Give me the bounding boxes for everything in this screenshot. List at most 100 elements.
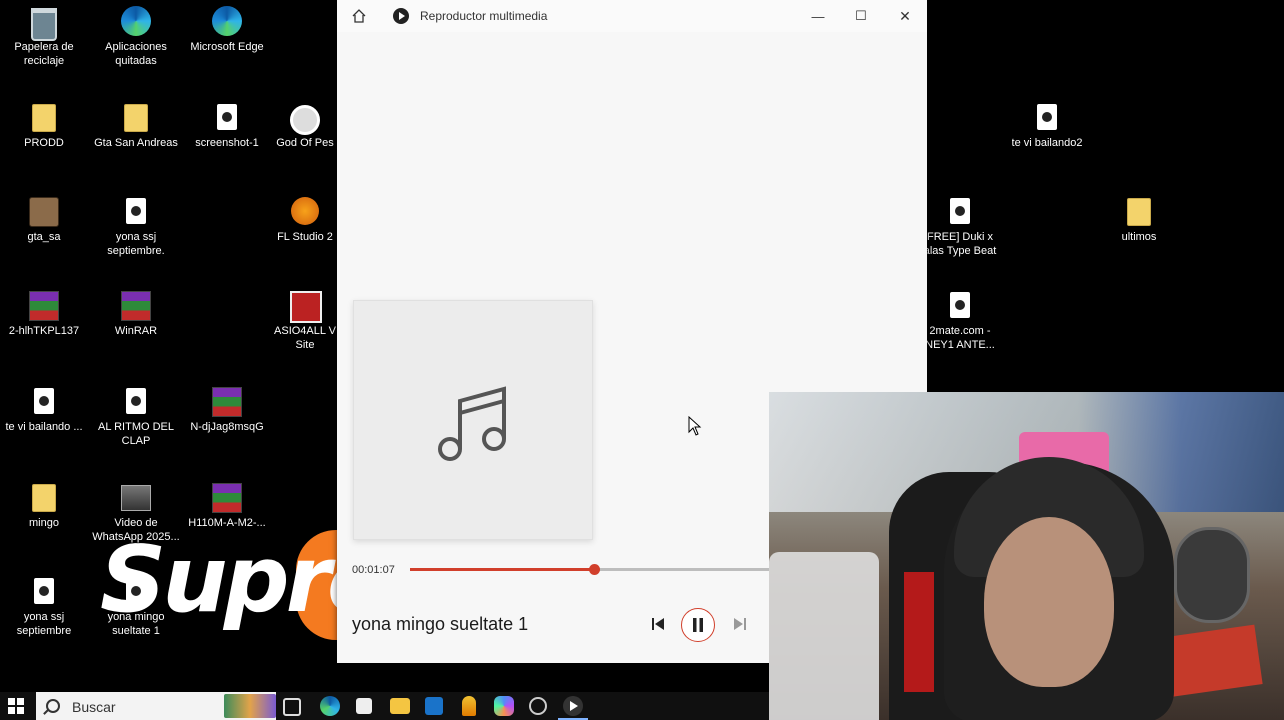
desktop-icon-yona-mingo-sueltate[interactable]: yona mingo sueltate 1 (92, 576, 180, 638)
audio-file-icon (121, 576, 151, 606)
desktop-icon-label: Video de WhatsApp 2025... (92, 517, 180, 543)
mouse-cursor-icon (688, 416, 702, 436)
rar-icon (212, 386, 242, 417)
audio-file-icon (945, 290, 975, 320)
title-bar: Reproductor multimedia — ☐ ✕ (337, 0, 927, 32)
edge-icon (121, 6, 151, 36)
next-icon (734, 618, 746, 630)
copilot-icon[interactable] (494, 696, 514, 716)
desktop-icon-label: yona ssj septiembre. (107, 231, 165, 257)
folder-icon (1124, 196, 1154, 226)
windows-start-icon[interactable] (8, 698, 24, 714)
desktop-icon-whatsapp-video[interactable]: Video de WhatsApp 2025... (92, 482, 180, 544)
desktop-icon-edge[interactable]: Microsoft Edge (183, 6, 271, 54)
desktop-icon-te-vi-bailando2[interactable]: te vi bailando2 (1003, 102, 1091, 150)
outlook-icon[interactable] (425, 697, 443, 715)
audio-file-icon (29, 386, 59, 416)
file-explorer-icon[interactable] (390, 698, 410, 714)
desktop-icon-prodd[interactable]: PRODD (0, 102, 88, 150)
rar-icon (29, 290, 59, 321)
close-button[interactable]: ✕ (883, 0, 927, 32)
previous-icon (652, 618, 664, 630)
audio-file-icon (1032, 102, 1062, 132)
desktop-icon-al-ritmo-del-clap[interactable]: AL RITMO DEL CLAP (92, 386, 180, 448)
maximize-button[interactable]: ☐ (839, 0, 883, 32)
desktop-icon-2mate[interactable]: 2mate.com - NEY1 ANTE... (920, 290, 1000, 352)
desktop-icon-2-hlhtkpl137[interactable]: 2-hlhTKPL137 (0, 290, 88, 338)
desktop-icon-label: mingo (29, 517, 59, 529)
folder-icon (29, 482, 59, 512)
desktop-icon-label: AL RITMO DEL CLAP (98, 421, 174, 447)
pause-icon (693, 618, 703, 632)
edge-icon[interactable] (320, 696, 340, 716)
desktop-icon-label: Gta San Andreas (94, 137, 178, 149)
task-view-icon[interactable] (283, 698, 301, 716)
desktop-icon-te-vi-bailando[interactable]: te vi bailando ... (0, 386, 88, 434)
audio-file-icon (121, 196, 151, 226)
audio-file-icon (945, 196, 975, 226)
desktop-icon-gta-san-andreas[interactable]: Gta San Andreas (92, 102, 180, 150)
folder-icon (121, 102, 151, 132)
desktop-icon-label: yona ssj septiembre (16, 611, 72, 637)
desktop-icon-label: FL Studio 2 (277, 231, 333, 243)
edge-icon (212, 6, 242, 36)
desktop-icon-yona-ssj-septiembre[interactable]: yona ssj septiembre (0, 576, 88, 638)
desktop-icon-asio4all[interactable]: ASIO4ALL V Site (270, 290, 340, 352)
desktop-icon-label: screenshot-1 (195, 137, 259, 149)
media-player-app-icon (393, 8, 409, 24)
desktop-icon-label: ASIO4ALL V Site (274, 325, 336, 351)
current-time: 00:01:07 (352, 564, 395, 576)
audio-file-icon (29, 576, 59, 606)
desktop-icon-label: Papelera de reciclaje (14, 41, 74, 67)
desktop-icon-label: God Of Pes (276, 137, 334, 149)
desktop-icon-label: N-djJag8msqG (190, 421, 264, 433)
seek-bar-progress (410, 568, 594, 571)
desktop-icon-duki-type-beat[interactable]: FREE] Duki x alas Type Beat (920, 196, 1000, 258)
desktop-icon-n-djjag8msqg[interactable]: N-djJag8msqG (183, 386, 271, 434)
clock-app-icon[interactable] (529, 697, 547, 715)
seek-bar[interactable] (410, 564, 770, 575)
desktop-icon-yona-ssj-septiembre-dot[interactable]: yona ssj septiembre. (92, 196, 180, 258)
desktop-icon-fl-studio[interactable]: FL Studio 2 (270, 196, 340, 244)
recycle-bin-icon (29, 6, 59, 41)
desktop-icon-label: te vi bailando2 (1011, 137, 1083, 149)
previous-button[interactable] (644, 610, 672, 638)
desktop-icon-recycle-bin[interactable]: Papelera de reciclaje (0, 6, 88, 68)
desktop-icon-god-of-pes[interactable]: God Of Pes (270, 102, 340, 150)
desktop-icon-label: H110M-A-M2-... (188, 517, 266, 529)
store-icon[interactable] (356, 698, 372, 714)
minimize-button[interactable]: — (796, 0, 840, 32)
webcam-overlay (769, 392, 1284, 720)
taskbar: Buscar (0, 692, 769, 720)
search-icon (46, 699, 60, 713)
desktop-icon-label: PRODD (24, 137, 64, 149)
desktop-icon-screenshot[interactable]: screenshot-1 (183, 102, 271, 150)
desktop-icon-ultimos[interactable]: ultimos (1095, 196, 1183, 244)
desktop-icon-gta-sa[interactable]: gta_sa (0, 196, 88, 244)
desktop-icon-label: Microsoft Edge (190, 41, 264, 53)
next-button[interactable] (726, 610, 754, 638)
fl-studio-icon (290, 196, 320, 226)
pause-button[interactable] (681, 608, 715, 642)
song-title: yona mingo sueltate 1 (352, 614, 529, 634)
seek-bar-thumb[interactable] (588, 564, 600, 575)
desktop-icon-label: Aplicaciones quitadas (105, 41, 167, 67)
media-player-icon[interactable] (563, 696, 583, 716)
game-icon (29, 196, 59, 227)
album-art (353, 300, 593, 540)
desktop-icon-label: 2mate.com - NEY1 ANTE... (925, 325, 995, 351)
disc-icon (290, 102, 320, 135)
webcam-microphone (1174, 527, 1250, 623)
desktop-icon-label: 2-hlhTKPL137 (8, 325, 80, 337)
home-icon[interactable] (351, 8, 367, 24)
desktop-icon-h110m[interactable]: H110M-A-M2-... (183, 482, 271, 530)
desktop-icon-removed-apps[interactable]: Aplicaciones quitadas (92, 6, 180, 68)
desktop-icon-mingo[interactable]: mingo (0, 482, 88, 530)
taskbar-search-box[interactable]: Buscar (36, 692, 276, 720)
audio-file-icon (121, 386, 151, 416)
shield-app-icon[interactable] (462, 696, 476, 716)
video-file-icon (121, 482, 151, 512)
desktop-icon-label: te vi bailando ... (5, 421, 83, 433)
desktop-icon-winrar[interactable]: WinRAR (92, 290, 180, 338)
webcam-white-chair (769, 552, 879, 720)
